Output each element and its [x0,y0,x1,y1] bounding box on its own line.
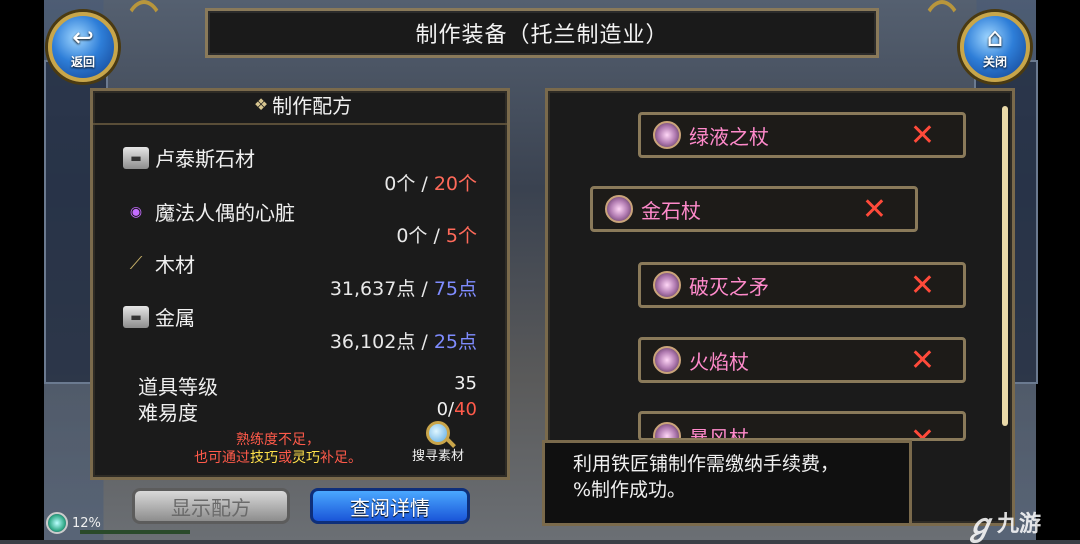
warning-text: 或 [278,450,292,466]
recipe-panel-header: ❖ 制作配方 [233,87,373,121]
material-need: 5个 [445,225,477,247]
material-row: ⟋ 木材 [123,249,195,278]
difficulty-label: 难易度 [138,401,198,425]
message-line-2: %制作成功。 [573,479,687,501]
back-label: 返回 [70,54,95,69]
divider [93,123,507,125]
material-quantity: 0个 / 5个 [396,221,477,248]
back-arrow-icon: ↩ [72,22,94,53]
recipe-list-item[interactable]: 绿液之杖 ✕ [638,112,966,158]
staff-icon [653,121,681,149]
material-have: 36,102点 [329,331,416,353]
search-materials-label: 搜寻素材 [411,449,464,464]
back-button[interactable]: ↩ 返回 [48,12,118,82]
watermark-logo-icon: ℊ [965,508,995,543]
qty-sep: / [415,278,434,300]
title-bar: 制作装备（托兰制造业） [205,8,879,58]
material-quantity: 0个 / 20个 [384,169,477,196]
ornament-left [120,0,168,98]
message-box: 利用铁匠铺制作需缴纳手续费， %制作成功。 [542,440,912,526]
unavailable-x-icon: ✕ [861,191,887,227]
search-materials-button[interactable]: 搜寻素材 [403,421,473,471]
view-details-button[interactable]: 查阅详情 [310,488,470,524]
stone-icon: ▬ [123,146,149,169]
status-progress-bar [80,530,190,534]
material-name: 木材 [155,253,195,277]
warning-line-2: 也可通过技巧或灵巧补足。 [153,449,403,467]
recipe-name: 金石杖 [641,198,701,223]
material-need: 20个 [433,173,477,195]
material-row: ◉ 魔法人偶的心脏 [123,197,295,226]
staff-icon [605,195,633,223]
warning-text: 补足。 [320,450,362,466]
watermark: ℊ 九游 [965,500,1041,544]
spear-icon [653,271,681,299]
show-recipe-button[interactable]: 显示配方 [132,488,290,524]
material-have: 0个 [396,225,428,247]
qty-sep: / [415,173,434,195]
warning-skill: 技巧 [250,450,278,466]
unavailable-x-icon: ✕ [909,117,935,153]
recipe-name: 暴风杖 [689,426,749,441]
recipe-panel-title: 制作配方 [272,93,353,118]
difficulty-value: 0/40 [437,399,477,420]
qty-sep: / [415,331,434,353]
material-row: ▬ 卢泰斯石材 [123,143,255,172]
warning-line-1: 熟练度不足， [236,432,320,448]
magnifier-icon [426,421,450,445]
recipe-name: 绿液之杖 [689,124,769,149]
unavailable-x-icon: ✕ [909,267,935,303]
staff-icon [653,346,681,374]
recipe-panel: ❖ 制作配方 ▬ 卢泰斯石材 0个 / 20个 ◉ 魔法人偶的心脏 0个 / 5… [90,88,510,480]
metal-icon: ▬ [123,305,149,328]
close-label: 关闭 [982,54,1007,69]
recipe-list-item[interactable]: 火焰杖 ✕ [638,337,966,383]
status-orb-icon [46,512,68,534]
recipe-name: 破灭之矛 [689,274,769,299]
close-button[interactable]: ⌂ 关闭 [960,12,1030,82]
material-need: 75点 [433,278,477,300]
recipe-list-item[interactable]: 暴风杖 ✕ [638,411,966,441]
ornament-right [918,0,966,98]
qty-sep: / [427,225,446,247]
unavailable-x-icon: ✕ [909,342,935,378]
difficulty-max: 40 [454,399,477,420]
message-line-1: 利用铁匠铺制作需缴纳手续费， [573,453,840,475]
material-have: 0个 [384,173,416,195]
warning-text: 也可通过 [194,450,250,466]
right-letterbox [1036,0,1080,540]
recipe-book-icon: ❖ [253,94,269,114]
material-need: 25点 [433,331,477,353]
recipe-list-item-selected[interactable]: 金石杖 ✕ [590,186,918,232]
recipe-name: 火焰杖 [689,349,749,374]
wood-icon: ⟋ [129,252,143,274]
difficulty-current: 0 [436,399,449,420]
proficiency-warning: 熟练度不足， 也可通过技巧或灵巧补足。 [153,431,403,467]
material-name: 金属 [155,306,195,330]
material-quantity: 36,102点 / 25点 [330,327,477,354]
unavailable-x-icon: ✕ [909,422,935,441]
material-name: 魔法人偶的心脏 [155,201,295,225]
recipe-list-scrollbar[interactable] [1002,106,1008,426]
material-quantity: 31,637点 / 75点 [330,274,477,301]
page-title: 制作装备（托兰制造业） [415,23,669,48]
status-percent: 12% [72,515,101,531]
material-row: ▬ 金属 [123,302,195,331]
item-level-value: 35 [454,373,477,394]
item-level-label: 道具等级 [138,375,218,399]
watermark-text: 九游 [997,512,1042,537]
material-name: 卢泰斯石材 [155,147,255,171]
recipe-list-item[interactable]: 破灭之矛 ✕ [638,262,966,308]
heart-orb-icon: ◉ [129,203,143,220]
material-have: 31,637点 [329,278,416,300]
left-letterbox [0,0,44,540]
staff-icon [653,422,681,438]
warning-spirit: 灵巧 [292,450,320,466]
home-icon: ⌂ [986,22,1004,53]
